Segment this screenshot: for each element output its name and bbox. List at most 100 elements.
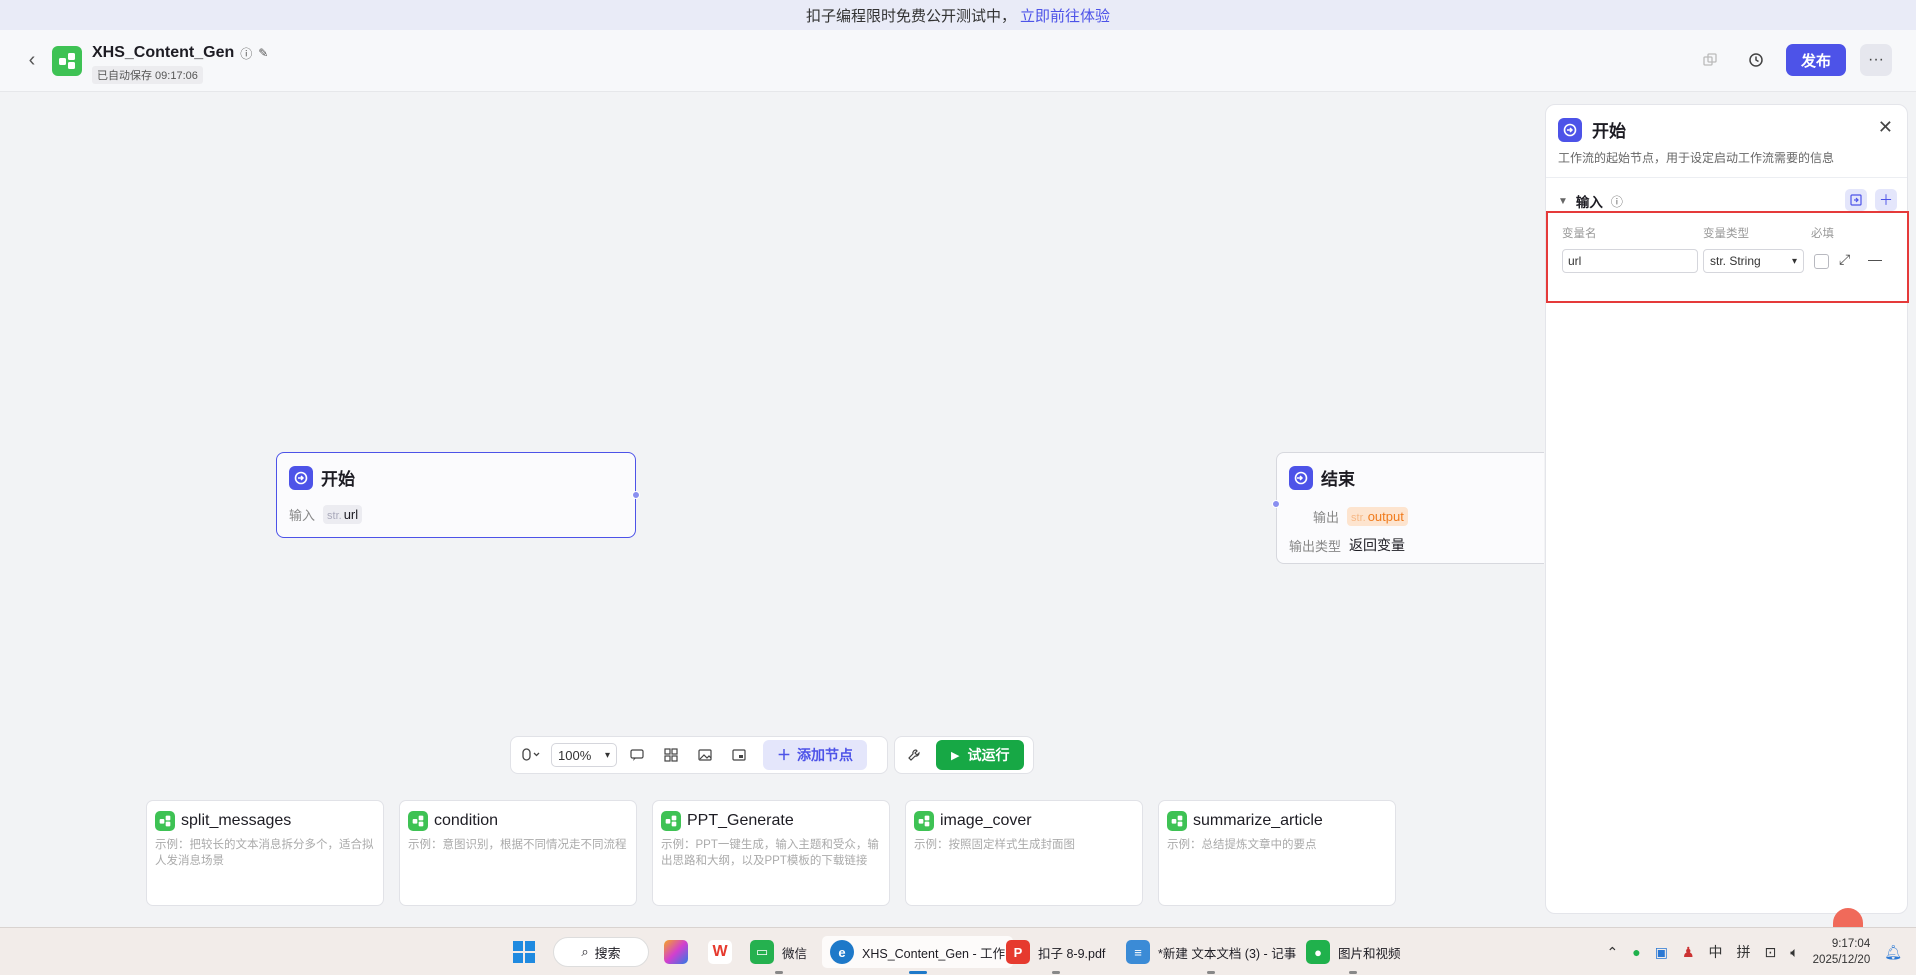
workflow-icon <box>52 46 82 76</box>
start-node-output-port[interactable] <box>632 491 640 499</box>
start-node-title: 开始 <box>321 470 355 489</box>
col-header-type: 变量类型 <box>1703 228 1749 240</box>
panel-header: 开始 <box>1558 117 1626 142</box>
wechat-icon: ● <box>1306 940 1330 964</box>
publish-button[interactable]: 发布 <box>1785 44 1846 76</box>
workflow-icon <box>661 811 681 831</box>
running-indicator <box>774 971 783 974</box>
add-node-button[interactable]: ＋ 添加节点 <box>763 740 867 770</box>
taskbar-app-photos[interactable]: ● 图片和视频 <box>1306 936 1401 974</box>
volume-icon[interactable]: 🔈︎ <box>1790 944 1798 961</box>
auto-layout-icon[interactable] <box>657 741 685 769</box>
clock[interactable]: 9:17:04 2025/12/20 <box>1813 936 1871 968</box>
back-arrow-icon[interactable]: ‹ <box>22 48 42 72</box>
variable-name-input[interactable] <box>1562 249 1698 273</box>
close-icon[interactable]: ✕ <box>1878 117 1893 138</box>
ime-mode-indicator[interactable]: 拼 <box>1737 942 1751 962</box>
template-card-title: PPT_Generate <box>661 811 881 831</box>
taskbar-app-notepad[interactable]: ≡ *新建 文本文档 (3) - 记事 <box>1126 936 1296 974</box>
clock-date: 2025/12/20 <box>1812 954 1871 966</box>
workflow-icon <box>1167 811 1187 831</box>
history-icon[interactable] <box>1740 44 1772 76</box>
running-indicator <box>1051 971 1060 974</box>
edge-icon: e <box>830 940 854 964</box>
zoom-select[interactable]: 100% ▾ <box>551 743 617 767</box>
promo-banner: 扣子编程限时免费公开测试中， 立即前往体验 <box>0 0 1916 30</box>
more-menu-button[interactable]: ··· <box>1860 44 1892 76</box>
chevron-up-icon[interactable]: ⌃ <box>1607 944 1619 961</box>
divider <box>1546 177 1907 178</box>
import-icon[interactable] <box>1845 189 1867 211</box>
network-icon[interactable]: ⊡ <box>1765 944 1777 961</box>
template-card-title: condition <box>408 811 628 831</box>
copy-icon[interactable] <box>1694 44 1726 76</box>
test-run-button[interactable]: ▶ 试运行 <box>936 740 1025 770</box>
template-card[interactable]: condition 示例：意图识别，根据不同情况走不同流程 <box>399 800 637 906</box>
variable-type-select[interactable]: str. String ▾ <box>1703 249 1804 273</box>
wechat-tray-icon[interactable]: ● <box>1632 944 1640 960</box>
required-checkbox[interactable] <box>1814 254 1829 269</box>
app-tray-icon[interactable]: ▣ <box>1655 944 1668 961</box>
mouse-mode-icon[interactable] <box>517 741 545 769</box>
notification-bell-icon[interactable]: 🔔︎ <box>1884 944 1902 961</box>
copilot-icon[interactable] <box>664 936 688 968</box>
info-icon[interactable]: ⓘ <box>240 45 252 62</box>
taskbar-app-pdf[interactable]: P 扣子 8-9.pdf <box>1006 936 1106 974</box>
edit-icon[interactable]: ✎ <box>258 46 268 60</box>
template-card[interactable]: summarize_article 示例：总结提炼文章中的要点 <box>1158 800 1396 906</box>
workflow-header: ‹ XHS_Content_Gen ⓘ ✎ 已自动保存 09:17:06 发布 … <box>0 30 1916 92</box>
node-config-panel: 开始 ✕ 工作流的起始节点，用于设定启动工作流需要的信息 ▼ 输入 ⓘ ＋ 变量… <box>1545 104 1909 914</box>
end-node[interactable]: 结束 输出 str. output 输出类型 返回变量 <box>1272 452 1544 564</box>
input-section-header[interactable]: ▼ 输入 ⓘ <box>1558 191 1623 211</box>
comment-icon[interactable] <box>623 741 651 769</box>
active-indicator <box>908 971 927 974</box>
template-card[interactable]: image_cover 示例：按照固定样式生成封面图 <box>905 800 1143 906</box>
taskbar-app-wechat[interactable]: ▭ 微信 <box>750 936 808 974</box>
workflow-icon <box>914 811 934 831</box>
template-name: summarize_article <box>1193 812 1323 829</box>
banner-text: 扣子编程限时免费公开测试中， <box>805 7 1016 25</box>
template-card[interactable]: split_messages 示例：把较长的文本消息拆分多个，适合拟人发消息场景 <box>146 800 384 906</box>
end-node-var-tag: str. output <box>1347 507 1408 526</box>
template-name: split_messages <box>181 812 292 829</box>
run-toolbar: ▶ 试运行 <box>894 736 1034 774</box>
workflow-title: XHS_Content_Gen ⓘ ✎ <box>92 44 268 62</box>
remove-variable-icon[interactable]: — <box>1868 251 1882 267</box>
taskbar-app-label: 微信 <box>782 946 808 961</box>
wrench-icon[interactable] <box>900 741 928 769</box>
start-node[interactable]: 开始 输入 str. url <box>276 452 640 538</box>
image-icon[interactable] <box>691 741 719 769</box>
start-node-input-label: 输入 <box>289 508 316 523</box>
var-type-prefix: str. <box>1351 512 1366 524</box>
header-actions: 发布 ··· <box>1694 44 1892 76</box>
minimap-icon[interactable] <box>725 741 753 769</box>
wps-app-icon: W <box>708 940 732 964</box>
taskbar-app-label: 扣子 8-9.pdf <box>1038 946 1106 961</box>
chat-icon: ▭ <box>750 940 774 964</box>
end-node-icon <box>1289 465 1313 490</box>
zoom-value: 100% <box>558 747 592 763</box>
section-actions: ＋ <box>1845 189 1897 211</box>
ime-lang-indicator[interactable]: 中 <box>1709 942 1723 962</box>
end-node-input-port[interactable] <box>1272 500 1280 508</box>
user-tray-icon[interactable]: ♟ <box>1682 944 1695 961</box>
template-card-title: split_messages <box>155 811 375 831</box>
expand-icon[interactable]: ⤢ <box>1839 251 1850 268</box>
panel-description: 工作流的起始节点，用于设定启动工作流需要的信息 <box>1558 151 1835 165</box>
wps-icon[interactable]: W <box>708 936 732 968</box>
start-node-icon <box>1558 117 1582 142</box>
play-icon: ▶ <box>951 749 960 762</box>
search-label: 搜索 <box>594 945 621 961</box>
taskbar-search[interactable]: ⌕ 搜索 <box>553 937 649 967</box>
info-icon[interactable]: ⓘ <box>1611 193 1623 210</box>
start-node-header: 开始 <box>289 465 355 490</box>
add-variable-button[interactable]: ＋ <box>1875 189 1897 211</box>
var-name: output <box>1367 509 1404 524</box>
start-menu-icon[interactable] <box>512 936 536 968</box>
running-indicator <box>1207 971 1216 974</box>
template-name: condition <box>434 812 499 829</box>
end-node-type-value: 返回变量 <box>1349 537 1406 553</box>
template-card[interactable]: PPT_Generate 示例：PPT一键生成，输入主题和受众，输出思路和大纲，… <box>652 800 890 906</box>
banner-link[interactable]: 立即前往体验 <box>1020 5 1110 26</box>
taskbar-app-edge[interactable]: e XHS_Content_Gen - 工作 <box>822 936 1014 974</box>
